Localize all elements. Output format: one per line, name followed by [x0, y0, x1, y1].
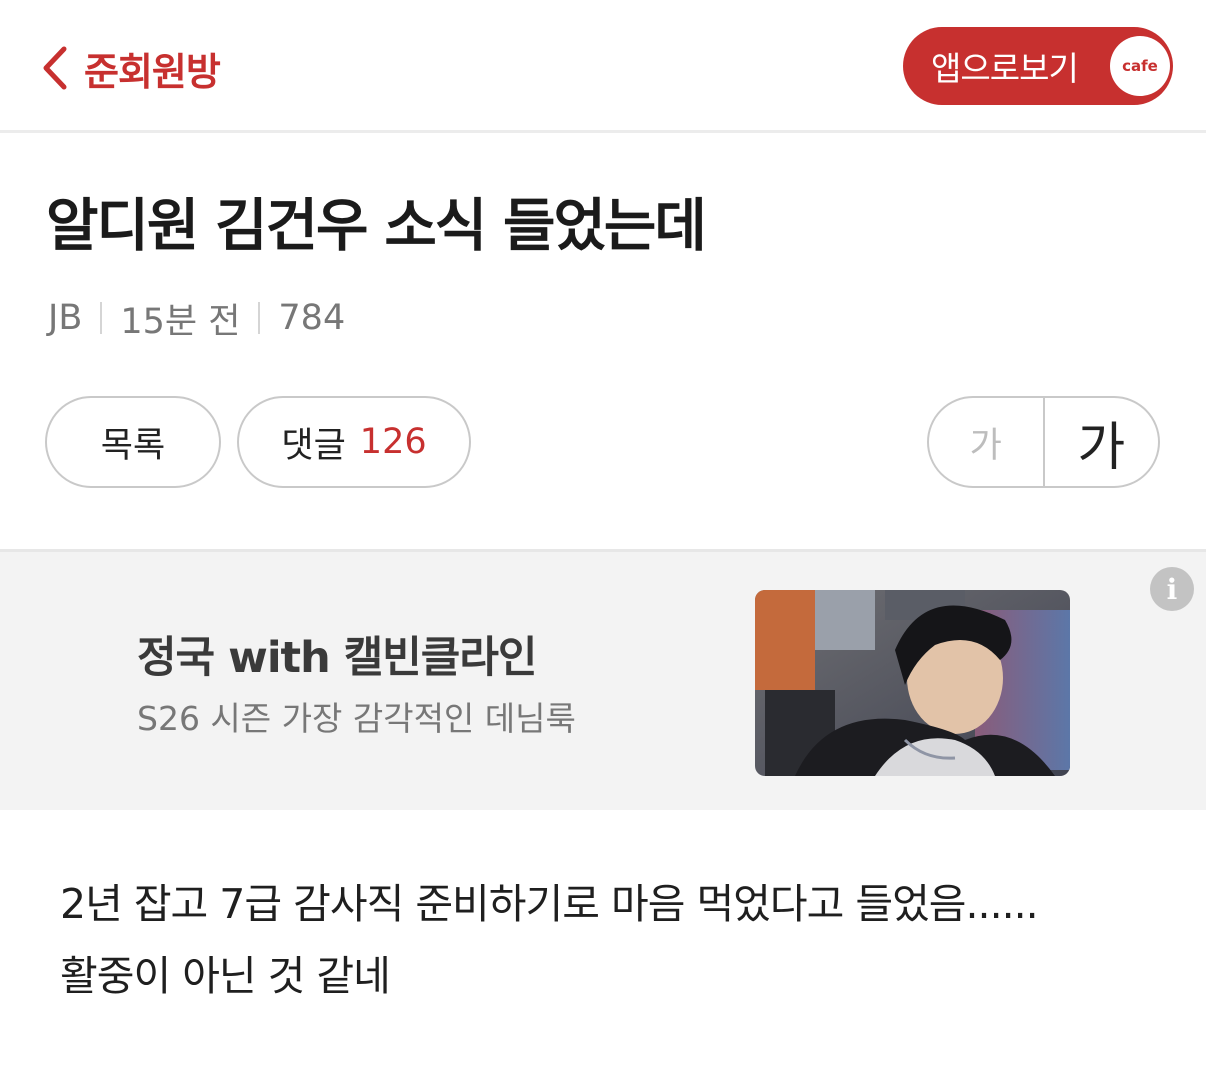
font-size-large-label: 가: [1077, 417, 1126, 478]
font-size-small-label: 가: [969, 425, 1002, 466]
post-meta: JB 15분 전 784: [48, 294, 345, 342]
ad-photo: [755, 590, 1070, 776]
font-size-small-button[interactable]: 가: [929, 398, 1045, 486]
font-size-large-button[interactable]: 가: [1045, 398, 1159, 486]
view-count: 784: [278, 298, 346, 338]
cafe-logo-text: cafe: [1122, 57, 1158, 75]
top-bar: 준회원방 앱으로보기 cafe: [0, 0, 1206, 133]
post-title: 알디원 김건우 소식 들었는데: [46, 193, 707, 259]
post-body: 2년 잡고 7급 감사직 준비하기로 마음 먹었다고 들었음...... 활중이…: [60, 868, 1170, 1012]
list-button[interactable]: 목록: [45, 396, 221, 488]
meta-divider: [258, 302, 261, 334]
ad-image[interactable]: [755, 590, 1070, 776]
author-name[interactable]: JB: [48, 298, 82, 338]
info-glyph: i: [1166, 572, 1178, 606]
open-in-app-label: 앱으로보기: [931, 49, 1079, 88]
comments-count: 126: [359, 422, 427, 462]
font-size-control: 가 가: [927, 396, 1160, 488]
chevron-left-icon: [43, 46, 67, 90]
ad-subtitle[interactable]: S26 시즌 가장 감각적인 데님룩: [137, 692, 576, 740]
cafe-logo-icon: cafe: [1110, 36, 1170, 96]
post-body-line: 2년 잡고 7급 감사직 준비하기로 마음 먹었다고 들었음......: [60, 880, 1039, 928]
ad-banner[interactable]: 정국 with 캘빈클라인 S26 시즌 가장 감각적인 데님룩 i: [0, 549, 1206, 810]
back-button[interactable]: 준회원방: [40, 40, 221, 96]
ad-title[interactable]: 정국 with 캘빈클라인: [137, 623, 537, 685]
list-button-label: 목록: [100, 425, 166, 466]
post-time: 15분 전: [120, 301, 241, 342]
open-in-app-button[interactable]: 앱으로보기 cafe: [903, 27, 1173, 105]
comments-button[interactable]: 댓글 126: [237, 396, 471, 488]
comments-button-label: 댓글: [281, 425, 346, 466]
cafe-name[interactable]: 준회원방: [84, 41, 221, 96]
post-body-line: 활중이 아닌 것 같네: [60, 952, 391, 1000]
meta-divider: [100, 302, 103, 334]
info-icon[interactable]: i: [1150, 567, 1194, 611]
